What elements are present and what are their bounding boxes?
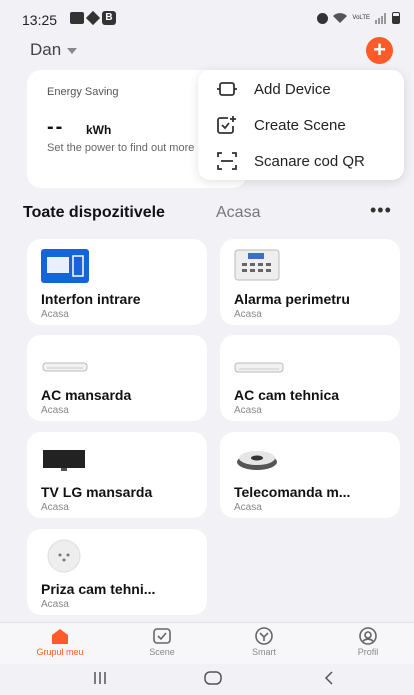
wifi-icon — [333, 12, 348, 23]
message-icon — [70, 12, 84, 24]
smart-plug-icon — [47, 539, 81, 573]
status-bar: 13:25 B VoLTE — [0, 0, 414, 40]
device-card[interactable]: Interfon intrare Acasa — [27, 239, 207, 325]
tab-label: Smart — [251, 647, 276, 657]
tab-label: Profil — [357, 647, 379, 657]
air-conditioner-icon — [42, 362, 88, 372]
smart-icon — [255, 627, 273, 645]
device-name: Alarma perimetru — [234, 291, 350, 307]
tab-all-devices[interactable]: Toate dispozitivele — [23, 204, 165, 222]
tab-smart[interactable]: Smart — [224, 627, 304, 657]
create-scene-icon — [217, 116, 236, 134]
device-card[interactable]: Priza cam tehni... Acasa — [27, 529, 207, 615]
back-icon[interactable] — [322, 670, 336, 686]
device-name: Priza cam tehni... — [41, 581, 156, 597]
menu-item-add-device[interactable]: Add Device — [198, 72, 404, 106]
qr-scan-icon — [217, 152, 237, 170]
add-menu: Add Device Create Scene Scanare cod QR — [198, 70, 404, 180]
scene-icon — [153, 628, 171, 644]
home-name: Dan — [30, 40, 62, 59]
chevron-down-icon — [67, 47, 78, 54]
device-card[interactable]: AC mansarda Acasa — [27, 335, 207, 421]
signal-icon — [375, 12, 386, 24]
alarm-panel-icon — [234, 249, 280, 281]
add-button[interactable]: + — [366, 37, 393, 64]
home-selector[interactable]: Dan — [30, 40, 78, 60]
device-name: Telecomanda m... — [234, 484, 351, 500]
battery-icon — [392, 12, 400, 24]
menu-label: Scanare cod QR — [254, 152, 365, 170]
status-time: 13:25 — [22, 12, 58, 28]
recents-icon[interactable] — [92, 670, 108, 686]
tab-label: Grupul meu — [36, 647, 84, 657]
device-card[interactable]: Alarma perimetru Acasa — [220, 239, 400, 325]
tab-label: Scene — [149, 647, 175, 657]
volte-label: VoLTE — [352, 15, 370, 21]
device-room: Acasa — [41, 502, 69, 513]
device-card[interactable]: Telecomanda m... Acasa — [220, 432, 400, 518]
energy-unit: kWh — [86, 123, 112, 137]
add-device-icon — [217, 82, 237, 96]
tab-scene[interactable]: Scene — [122, 627, 202, 657]
air-conditioner-icon — [234, 362, 284, 373]
tv-icon — [43, 450, 85, 471]
device-room: Acasa — [234, 502, 262, 513]
system-nav-bar — [0, 664, 414, 695]
device-name: AC mansarda — [41, 387, 132, 403]
device-name: Interfon intrare — [41, 291, 141, 307]
intercom-icon — [41, 249, 89, 283]
device-room: Acasa — [41, 309, 69, 320]
device-name: AC cam tehnica — [234, 387, 340, 403]
b-badge-icon: B — [102, 11, 116, 25]
menu-label: Add Device — [254, 80, 331, 98]
bottom-tab-bar: Grupul meu Scene Smart Profil — [0, 622, 414, 665]
home-nav-icon[interactable] — [204, 670, 222, 686]
device-room: Acasa — [234, 309, 262, 320]
system-icons: VoLTE — [317, 12, 400, 24]
tab-room-acasa[interactable]: Acasa — [216, 204, 260, 222]
menu-label: Create Scene — [254, 116, 346, 134]
device-room: Acasa — [234, 405, 262, 416]
more-icon[interactable]: ••• — [370, 200, 392, 221]
tab-grupul-meu[interactable]: Grupul meu — [20, 627, 100, 657]
device-room: Acasa — [41, 405, 69, 416]
energy-value: -- — [47, 116, 65, 138]
ir-remote-icon — [237, 451, 277, 470]
device-room: Acasa — [41, 599, 69, 610]
energy-title: Energy Saving — [47, 86, 119, 98]
device-name: TV LG mansarda — [41, 484, 153, 500]
device-card[interactable]: TV LG mansarda Acasa — [27, 432, 207, 518]
diamond-icon — [85, 10, 101, 26]
notification-icons: B — [70, 10, 116, 26]
home-icon — [52, 629, 68, 644]
alarm-icon — [317, 12, 329, 24]
menu-item-create-scene[interactable]: Create Scene — [198, 108, 404, 142]
profile-icon — [359, 627, 377, 645]
device-card[interactable]: AC cam tehnica Acasa — [220, 335, 400, 421]
energy-hint: Set the power to find out more — [47, 142, 195, 154]
tab-profil[interactable]: Profil — [328, 627, 408, 657]
menu-item-scan-qr[interactable]: Scanare cod QR — [198, 144, 404, 178]
